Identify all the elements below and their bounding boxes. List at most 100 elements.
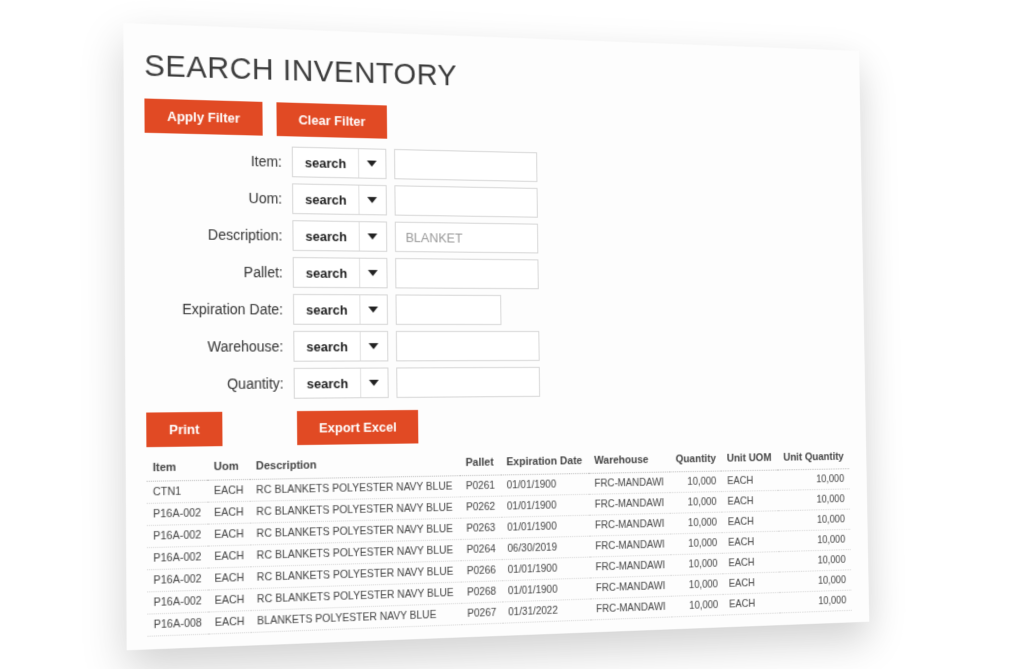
cell-quantity: 10,000 (671, 553, 723, 575)
cell-warehouse: FRC-MANDAWI (589, 492, 670, 515)
filter-operator-item[interactable]: search (292, 146, 387, 178)
cell-warehouse: FRC-MANDAWI (590, 575, 672, 599)
cell-quantity: 10,000 (670, 471, 722, 493)
col-expdate[interactable]: Expiration Date (501, 449, 589, 475)
cell-unit_uom: EACH (723, 572, 779, 594)
export-excel-button[interactable]: Export Excel (297, 409, 418, 444)
chevron-down-icon (360, 368, 388, 397)
cell-pallet: P0268 (461, 580, 502, 603)
cell-unit_quantity: 10,000 (779, 569, 851, 592)
col-warehouse[interactable]: Warehouse (588, 447, 669, 473)
filter-row-description: Description: search (145, 218, 845, 257)
chevron-down-icon (360, 331, 388, 360)
filter-operator-expdate[interactable]: search (293, 293, 388, 324)
cell-pallet: P0266 (461, 559, 502, 581)
cell-expdate: 01/01/1900 (502, 557, 590, 581)
col-item[interactable]: Item (146, 454, 207, 481)
apply-filter-button[interactable]: Apply Filter (144, 98, 262, 135)
cell-pallet: P0264 (461, 538, 502, 560)
cell-uom: EACH (208, 566, 251, 589)
cell-uom: EACH (208, 501, 250, 524)
filter-label-expdate: Expiration Date: (146, 300, 294, 317)
cell-uom: EACH (208, 588, 251, 611)
filter-input-item[interactable] (394, 148, 537, 181)
cell-unit_quantity: 10,000 (777, 468, 849, 490)
col-pallet[interactable]: Pallet (460, 450, 501, 475)
filter-label-item: Item: (145, 150, 292, 170)
filter-input-description[interactable] (395, 221, 539, 253)
cell-uom: EACH (208, 544, 251, 567)
cell-unit_quantity: 10,000 (778, 509, 850, 531)
filter-operator-warehouse[interactable]: search (293, 330, 388, 361)
filter-label-warehouse: Warehouse: (146, 338, 294, 355)
cell-item: P16A-002 (147, 589, 208, 613)
col-description[interactable]: Description (250, 450, 460, 479)
filter-input-pallet[interactable] (395, 258, 539, 289)
cell-pallet: P0267 (461, 601, 502, 624)
filter-row-warehouse: Warehouse: search (146, 330, 848, 361)
clear-filter-button[interactable]: Clear Filter (276, 102, 387, 138)
cell-unit_quantity: 10,000 (778, 488, 850, 510)
action-button-row: Print Export Excel (146, 405, 848, 446)
cell-expdate: 01/01/1900 (501, 473, 589, 496)
chevron-down-icon (359, 222, 387, 251)
cell-expdate: 01/01/1900 (501, 515, 589, 538)
cell-item: P16A-002 (147, 502, 208, 525)
filter-input-quantity[interactable] (396, 366, 540, 397)
cell-item: P16A-002 (147, 568, 208, 592)
cell-pallet: P0262 (460, 496, 501, 518)
filter-operator-description[interactable]: search (292, 220, 387, 252)
cell-quantity: 10,000 (670, 491, 722, 513)
cell-unit_uom: EACH (724, 592, 780, 615)
filter-row-pallet: Pallet: search (145, 255, 846, 290)
filter-input-uom[interactable] (394, 185, 537, 217)
col-unit-uom[interactable]: Unit UOM (721, 446, 777, 471)
cell-unit_uom: EACH (722, 470, 778, 492)
filter-label-uom: Uom: (145, 187, 292, 206)
filter-label-pallet: Pallet: (145, 262, 293, 280)
filter-input-expdate[interactable] (395, 294, 501, 325)
filter-row-item: Item: search (145, 143, 845, 188)
results-table: Item Uom Description Pallet Expiration D… (146, 445, 851, 637)
cell-quantity: 10,000 (671, 512, 723, 534)
cell-item: P16A-002 (147, 524, 208, 548)
print-button[interactable]: Print (146, 411, 222, 446)
cell-pallet: P0261 (460, 474, 501, 496)
filter-label-description: Description: (145, 225, 292, 243)
filter-row-uom: Uom: search (145, 180, 845, 222)
filter-row-quantity: Quantity: search (146, 365, 848, 399)
cell-uom: EACH (208, 523, 250, 546)
cell-item: P16A-008 (147, 611, 208, 635)
filter-operator-uom[interactable]: search (292, 183, 387, 215)
cell-unit_uom: EACH (722, 510, 778, 532)
cell-pallet: P0263 (460, 517, 501, 539)
cell-unit_quantity: 10,000 (779, 590, 851, 613)
cell-expdate: 01/01/1900 (501, 494, 589, 517)
filter-label-quantity: Quantity: (146, 375, 294, 393)
cell-expdate: 06/30/2019 (502, 536, 590, 559)
cell-quantity: 10,000 (672, 594, 724, 617)
cell-item: CTN1 (147, 480, 208, 503)
cell-warehouse: FRC-MANDAWI (590, 554, 672, 577)
filter-form: Item: search Uom: search Description: s (145, 143, 848, 400)
filter-input-warehouse[interactable] (396, 330, 540, 360)
cell-unit_uom: EACH (723, 531, 779, 553)
col-uom[interactable]: Uom (207, 454, 249, 480)
inventory-panel: SEARCH INVENTORY Apply Filter Clear Filt… (123, 23, 869, 650)
chevron-down-icon (359, 295, 387, 324)
cell-warehouse: FRC-MANDAWI (590, 534, 672, 557)
filter-button-row: Apply Filter Clear Filter (144, 98, 843, 150)
cell-item: P16A-002 (147, 546, 208, 570)
cell-unit_quantity: 10,000 (779, 549, 851, 571)
cell-warehouse: FRC-MANDAWI (590, 596, 672, 620)
cell-expdate: 01/31/2022 (502, 598, 590, 622)
cell-uom: EACH (209, 610, 252, 633)
filter-row-expdate: Expiration Date: search (146, 293, 847, 325)
cell-uom: EACH (208, 479, 250, 502)
col-unit-quantity[interactable]: Unit Quantity (777, 445, 849, 470)
col-quantity[interactable]: Quantity (670, 447, 722, 472)
filter-operator-quantity[interactable]: search (294, 367, 389, 398)
cell-quantity: 10,000 (671, 573, 723, 595)
filter-operator-pallet[interactable]: search (293, 257, 388, 288)
chevron-down-icon (358, 185, 386, 214)
